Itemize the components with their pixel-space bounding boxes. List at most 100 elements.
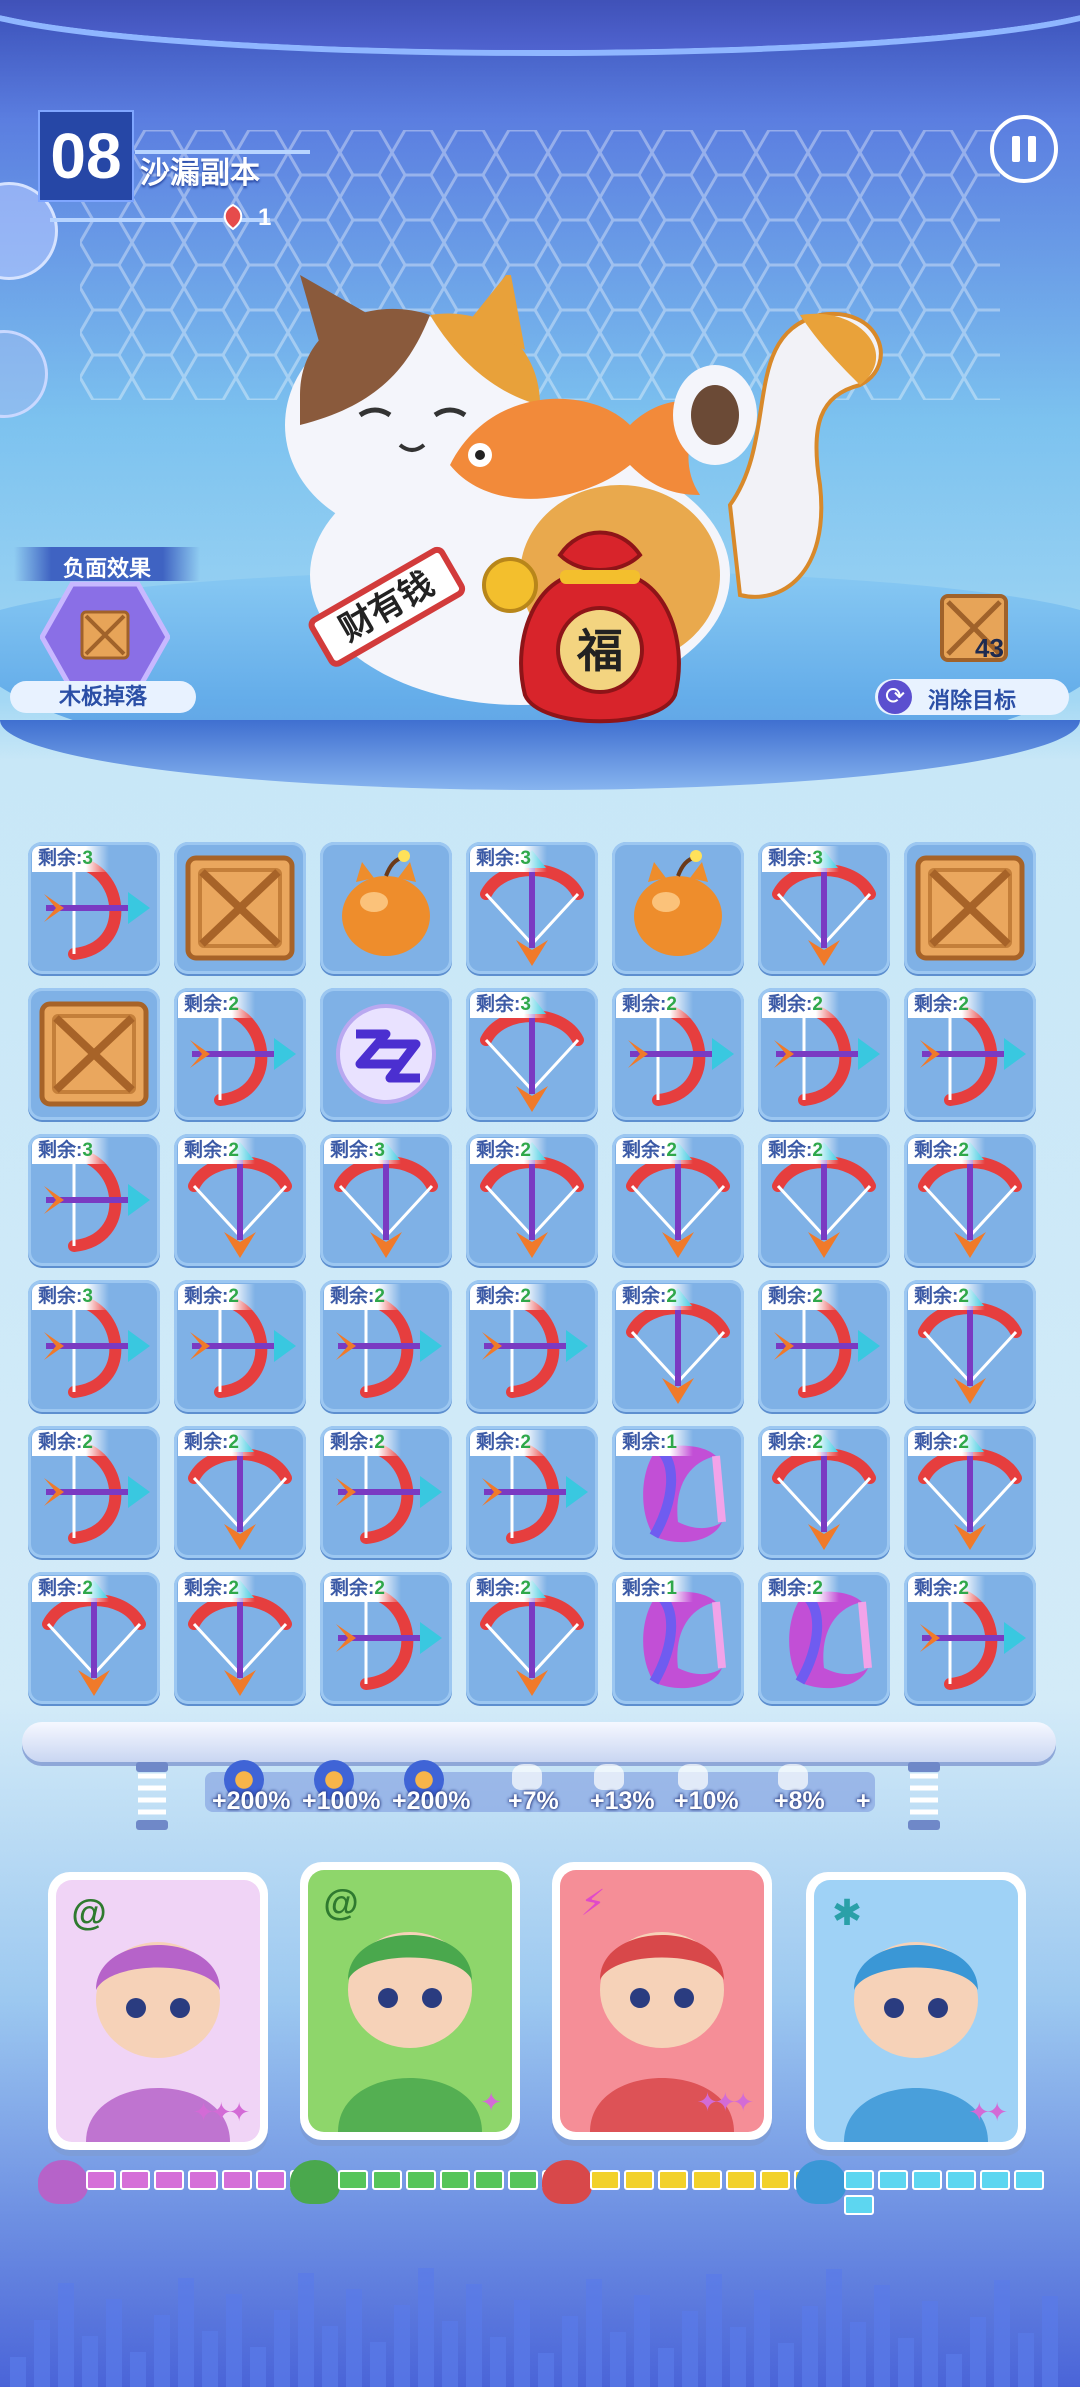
remaining-value: 3 bbox=[520, 994, 531, 1015]
remaining-count: 剩余:2 bbox=[616, 992, 693, 1018]
remaining-count: 剩余:1 bbox=[616, 1576, 693, 1602]
bonus-percent: +10% bbox=[674, 1787, 739, 1815]
board-tile-xbow[interactable]: 剩余:2 bbox=[174, 1572, 306, 1704]
board-tile-bow[interactable]: 剩余:3 bbox=[28, 842, 160, 974]
remaining-value: 3 bbox=[812, 848, 823, 869]
board-tile-xbow[interactable]: 剩余:2 bbox=[612, 1134, 744, 1266]
remaining-label: 剩余: bbox=[476, 1286, 521, 1307]
remaining-label: 剩余: bbox=[768, 1578, 813, 1599]
board-tile-xbow[interactable]: 剩余:2 bbox=[758, 1426, 890, 1558]
hero-opera-general-card[interactable]: @ ✦ bbox=[300, 1862, 520, 2140]
level-number: 08 bbox=[38, 110, 134, 202]
remaining-value: 2 bbox=[228, 1140, 239, 1161]
board-tile-bow[interactable]: 剩余:2 bbox=[174, 988, 306, 1120]
remaining-label: 剩余: bbox=[184, 994, 229, 1015]
pause-button[interactable] bbox=[990, 115, 1058, 183]
remaining-label: 剩余: bbox=[476, 1578, 521, 1599]
board-tile-xbow[interactable]: 剩余:3 bbox=[466, 988, 598, 1120]
board-tile-bow[interactable]: 剩余:2 bbox=[28, 1426, 160, 1558]
remaining-count: 剩余:3 bbox=[324, 1138, 401, 1164]
board-tile-xbow[interactable]: 剩余:2 bbox=[758, 1134, 890, 1266]
remaining-label: 剩余: bbox=[476, 994, 521, 1015]
board-tile-crate[interactable] bbox=[174, 842, 306, 974]
board-tile-xbow[interactable]: 剩余:2 bbox=[28, 1572, 160, 1704]
board-tile-bomb[interactable] bbox=[320, 842, 452, 974]
hero-energy-bar bbox=[590, 2170, 828, 2192]
remaining-value: 2 bbox=[520, 1286, 531, 1307]
hero-portrait: ⚡ ✦✦✦ bbox=[560, 1870, 764, 2132]
remaining-value: 2 bbox=[666, 1140, 677, 1161]
energy-segment bbox=[154, 2170, 184, 2190]
board-tile-xbow[interactable]: 剩余:3 bbox=[320, 1134, 452, 1266]
energy-segment bbox=[1014, 2170, 1044, 2190]
board-tile-xbow[interactable]: 剩余:2 bbox=[466, 1134, 598, 1266]
board-tile-bomb[interactable] bbox=[612, 842, 744, 974]
energy-segment bbox=[726, 2170, 756, 2190]
hero-portrait: ✱ ✦✦ bbox=[814, 1880, 1018, 2142]
board-tile-bow[interactable]: 剩余:2 bbox=[612, 988, 744, 1120]
energy-segment bbox=[760, 2170, 790, 2190]
debuff-title: 负面效果 bbox=[62, 556, 151, 581]
hero-stars: ✦✦ bbox=[968, 2097, 1008, 2127]
board-tile-bow[interactable]: 剩余:2 bbox=[466, 1280, 598, 1412]
remaining-label: 剩余: bbox=[184, 1432, 229, 1453]
board-tile-bow[interactable]: 剩余:2 bbox=[904, 988, 1036, 1120]
remaining-count: 剩余:2 bbox=[178, 1138, 255, 1164]
energy-segment bbox=[946, 2170, 976, 2190]
hero-skull-girl-card[interactable]: ⚡ ✦✦✦ bbox=[552, 1862, 772, 2140]
energy-segment bbox=[692, 2170, 722, 2190]
board-tile-xbow[interactable]: 剩余:2 bbox=[904, 1426, 1036, 1558]
lucky-bag-text: 福 bbox=[576, 625, 623, 677]
energy-segment bbox=[372, 2170, 402, 2190]
board-tile-boomerang[interactable]: 剩余:2 bbox=[758, 1572, 890, 1704]
board-tile-bow[interactable]: 剩余:2 bbox=[758, 988, 890, 1120]
board-tile-xbow[interactable]: 剩余:2 bbox=[904, 1134, 1036, 1266]
remaining-count: 剩余:2 bbox=[762, 992, 839, 1018]
energy-segment bbox=[844, 2170, 874, 2190]
remaining-label: 剩余: bbox=[914, 1578, 959, 1599]
energy-segment bbox=[912, 2170, 942, 2190]
board-tile-xbow[interactable]: 剩余:2 bbox=[174, 1134, 306, 1266]
remaining-value: 2 bbox=[666, 1286, 677, 1307]
board-tile-xbow[interactable]: 剩余:3 bbox=[758, 842, 890, 974]
top-banner bbox=[0, 0, 1080, 50]
debuff-name: 木板掉落 bbox=[10, 681, 196, 713]
board-tile-orb[interactable] bbox=[320, 988, 452, 1120]
bonus-percent: +100% bbox=[302, 1787, 381, 1815]
debuff-crate-icon[interactable] bbox=[40, 580, 170, 695]
board-tile-boomerang[interactable]: 剩余:1 bbox=[612, 1426, 744, 1558]
board-tile-xbow[interactable]: 剩余:2 bbox=[612, 1280, 744, 1412]
board-tile-bow[interactable]: 剩余:3 bbox=[28, 1134, 160, 1266]
hero-knight-bot-card[interactable]: ✱ ✦✦ bbox=[806, 1872, 1026, 2150]
remaining-value: 2 bbox=[374, 1286, 385, 1307]
board-tile-crate[interactable] bbox=[28, 988, 160, 1120]
remaining-value: 2 bbox=[82, 1578, 93, 1599]
board-tile-bow[interactable]: 剩余:2 bbox=[320, 1426, 452, 1558]
remaining-count: 剩余:2 bbox=[616, 1138, 693, 1164]
hero-goggles-girl-card[interactable]: @ ✦✦✦ bbox=[48, 1872, 268, 2150]
board-tile-bow[interactable]: 剩余:2 bbox=[466, 1426, 598, 1558]
board-tile-crate[interactable] bbox=[904, 842, 1036, 974]
frost-element-icon: ✱ bbox=[831, 1892, 863, 1933]
remaining-value: 2 bbox=[958, 994, 969, 1015]
energy-segment bbox=[440, 2170, 470, 2190]
board-tile-bow[interactable]: 剩余:2 bbox=[904, 1572, 1036, 1704]
remaining-label: 剩余: bbox=[622, 1140, 667, 1161]
board-tile-xbow[interactable]: 剩余:3 bbox=[466, 842, 598, 974]
board-tile-bow[interactable]: 剩余:2 bbox=[320, 1572, 452, 1704]
remaining-value: 3 bbox=[374, 1140, 385, 1161]
board-tile-boomerang[interactable]: 剩余:1 bbox=[612, 1572, 744, 1704]
board-tile-bow[interactable]: 剩余:2 bbox=[758, 1280, 890, 1412]
board-tile-bow[interactable]: 剩余:2 bbox=[174, 1280, 306, 1412]
board-tile-xbow[interactable]: 剩余:2 bbox=[174, 1426, 306, 1558]
remaining-value: 2 bbox=[958, 1432, 969, 1453]
board-tile-xbow[interactable]: 剩余:2 bbox=[904, 1280, 1036, 1412]
board-tile-bow[interactable]: 剩余:3 bbox=[28, 1280, 160, 1412]
remaining-value: 3 bbox=[82, 848, 93, 869]
board-tile-xbow[interactable]: 剩余:2 bbox=[466, 1572, 598, 1704]
energy-segment bbox=[222, 2170, 252, 2190]
side-secondary-button[interactable] bbox=[0, 330, 48, 418]
remaining-label: 剩余: bbox=[38, 1578, 83, 1599]
board-tile-bow[interactable]: 剩余:2 bbox=[320, 1280, 452, 1412]
spring-left bbox=[136, 1762, 168, 1830]
